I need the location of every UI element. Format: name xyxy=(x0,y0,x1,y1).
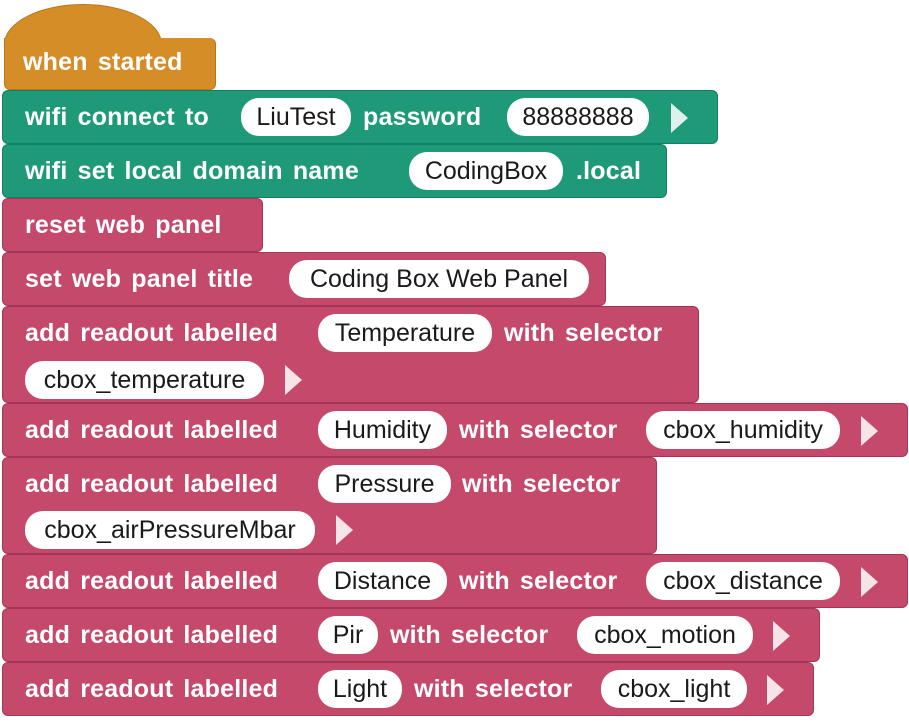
readout-prefix-label: add readout labelled xyxy=(25,675,279,703)
readout-block-pir[interactable]: add readout labelled Pir with selector c… xyxy=(2,608,820,662)
readout-label-input[interactable]: Light xyxy=(318,670,402,708)
readout-selector-input[interactable]: cbox_motion xyxy=(577,616,753,654)
triangle-right-icon[interactable] xyxy=(861,567,878,597)
wifi-domain-label: wifi set local domain name xyxy=(25,157,359,185)
reset-panel-label: reset web panel xyxy=(25,211,222,239)
when-started-label: when started xyxy=(23,48,183,76)
readout-with-label: with selector xyxy=(462,470,621,498)
readout-label-input[interactable]: Temperature xyxy=(318,314,492,352)
readout-label-input[interactable]: Humidity xyxy=(318,411,447,449)
readout-selector-input[interactable]: cbox_temperature xyxy=(25,361,264,399)
readout-with-label: with selector xyxy=(459,567,618,595)
readout-with-label: with selector xyxy=(459,416,618,444)
readout-block-humidity[interactable]: add readout labelled Humidity with selec… xyxy=(2,403,908,457)
triangle-right-icon[interactable] xyxy=(773,621,790,651)
readout-label-input[interactable]: Distance xyxy=(318,562,447,600)
readout-selector-input[interactable]: cbox_light xyxy=(601,670,747,708)
readout-with-label: with selector xyxy=(504,319,663,347)
readout-prefix-label: add readout labelled xyxy=(25,621,279,649)
triangle-right-icon[interactable] xyxy=(861,416,878,446)
domain-input[interactable]: CodingBox xyxy=(409,152,563,190)
readout-selector-input[interactable]: cbox_distance xyxy=(646,562,840,600)
triangle-right-icon[interactable] xyxy=(671,103,688,133)
domain-suffix-label: .local xyxy=(576,157,642,185)
readout-block-distance[interactable]: add readout labelled Distance with selec… xyxy=(2,554,908,608)
readout-prefix-label: add readout labelled xyxy=(25,567,279,595)
wifi-connect-label: wifi connect to xyxy=(25,103,209,131)
readout-with-label: with selector xyxy=(390,621,549,649)
password-input[interactable]: 88888888 xyxy=(507,98,649,136)
ssid-input[interactable]: LiuTest xyxy=(241,98,351,136)
set-title-label: set web panel title xyxy=(25,265,254,293)
readout-prefix-label: add readout labelled xyxy=(25,416,279,444)
readout-block-light[interactable]: add readout labelled Light with selector… xyxy=(2,662,814,716)
readout-with-label: with selector xyxy=(414,675,573,703)
readout-selector-input[interactable]: cbox_airPressureMbar xyxy=(25,511,315,549)
set-title-block[interactable]: set web panel title Coding Box Web Panel xyxy=(2,252,606,306)
reset-panel-block[interactable]: reset web panel xyxy=(2,198,263,252)
readout-prefix-label: add readout labelled xyxy=(25,319,279,347)
readout-label-input[interactable]: Pressure xyxy=(318,465,451,503)
triangle-right-icon[interactable] xyxy=(285,365,302,395)
readout-block-temperature[interactable]: add readout labelled Temperature with se… xyxy=(2,306,699,403)
title-input[interactable]: Coding Box Web Panel xyxy=(289,260,589,298)
triangle-right-icon[interactable] xyxy=(336,515,353,545)
readout-prefix-label: add readout labelled xyxy=(25,470,279,498)
triangle-right-icon[interactable] xyxy=(767,675,784,705)
readout-selector-input[interactable]: cbox_humidity xyxy=(646,411,840,449)
readout-label-input[interactable]: Pir xyxy=(318,616,378,654)
password-label: password xyxy=(363,103,482,131)
wifi-connect-block[interactable]: wifi connect to LiuTest password 8888888… xyxy=(2,90,718,144)
when-started-block[interactable]: when started xyxy=(4,38,216,90)
readout-block-pressure[interactable]: add readout labelled Pressure with selec… xyxy=(2,457,657,554)
wifi-domain-block[interactable]: wifi set local domain name CodingBox .lo… xyxy=(2,144,667,198)
